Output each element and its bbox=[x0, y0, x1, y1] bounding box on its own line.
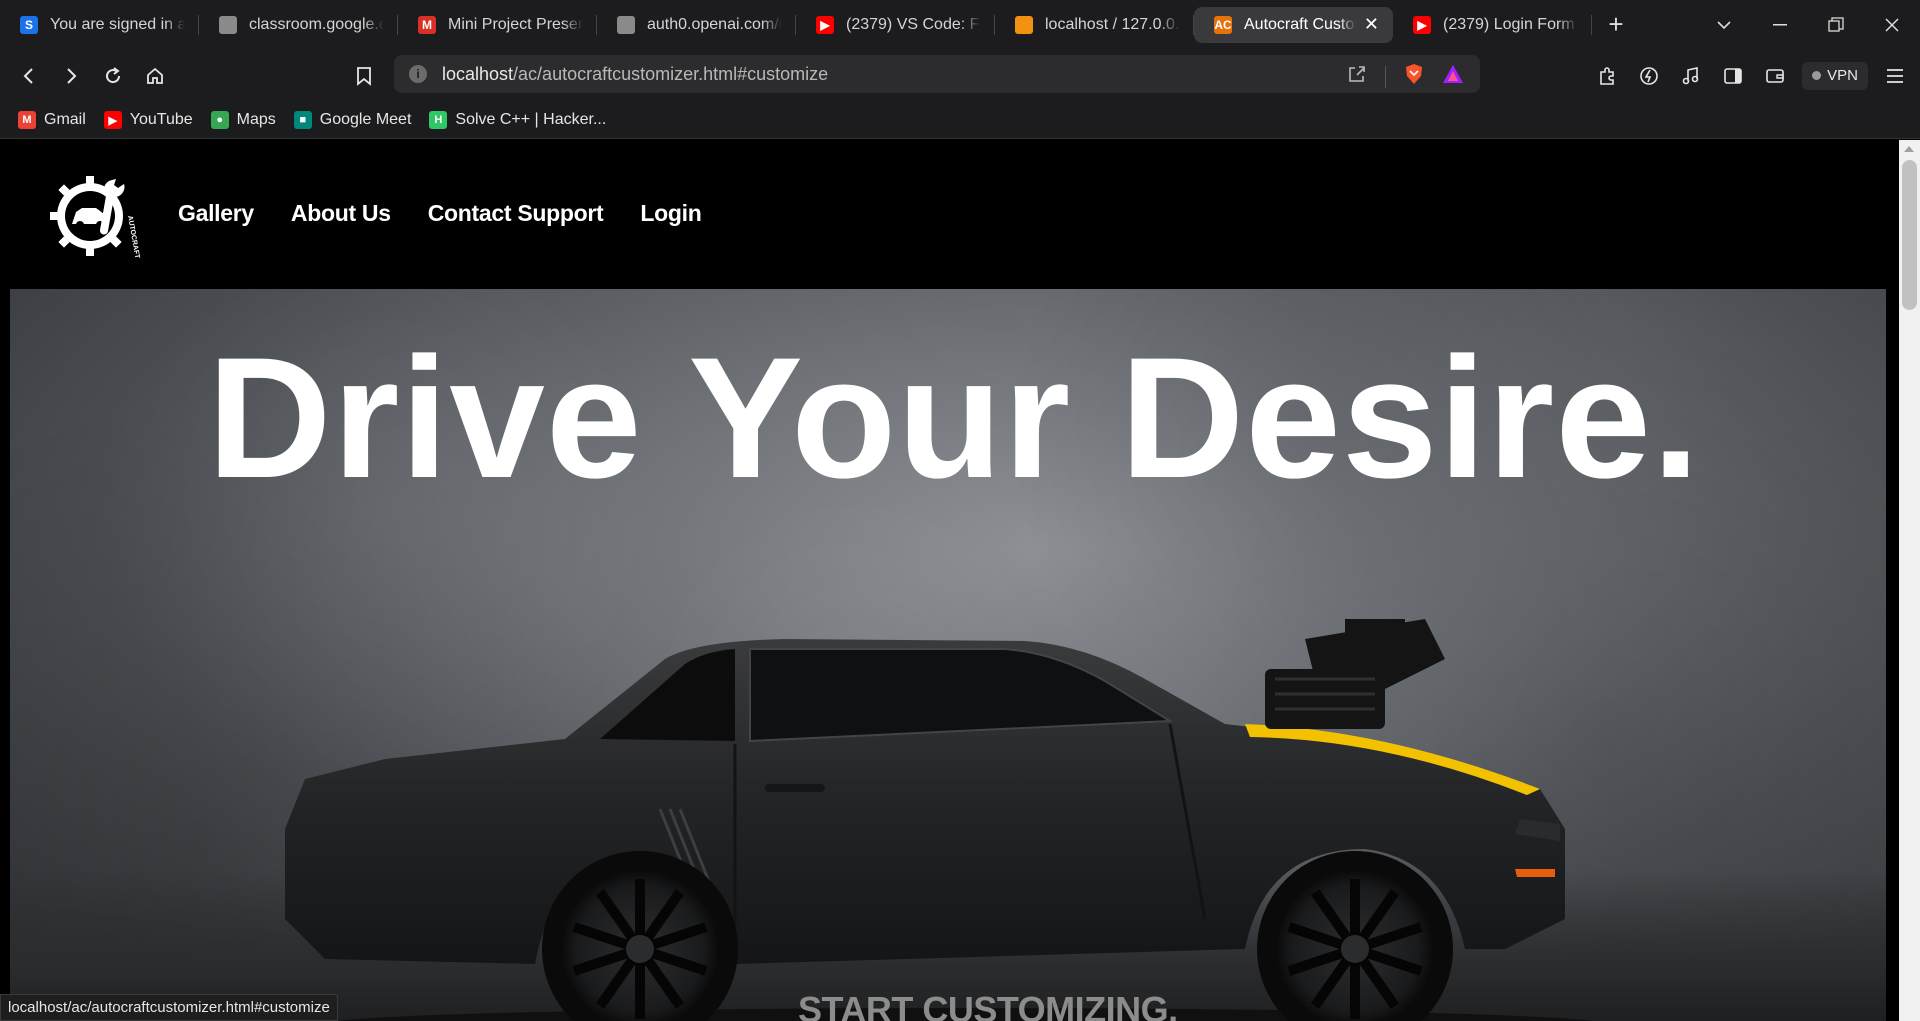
vpn-button[interactable]: VPN bbox=[1802, 61, 1868, 90]
minimize-button[interactable] bbox=[1752, 0, 1808, 49]
menu-icon[interactable] bbox=[1874, 55, 1916, 97]
tab-title: (2379) VS Code: Fix P bbox=[846, 15, 981, 33]
brave-shields-icon[interactable] bbox=[1404, 63, 1424, 90]
tab-list: S You are signed in as U classroom.google.… bbox=[0, 6, 1592, 43]
youtube-icon: ▶ bbox=[103, 111, 122, 129]
tab-favicon-icon bbox=[219, 15, 237, 34]
tab-title: localhost / 127.0.0.1 / bbox=[1045, 15, 1180, 33]
hero-title: Drive Your Desire. bbox=[207, 322, 1701, 514]
leo-ai-icon[interactable] bbox=[1628, 55, 1670, 97]
tab-3[interactable]: auth0.openai.com/u/l bbox=[597, 7, 796, 43]
site-info-icon[interactable]: i bbox=[409, 65, 427, 83]
bookmark-icon[interactable] bbox=[343, 55, 385, 97]
close-window-button[interactable] bbox=[1864, 0, 1920, 49]
page-viewport: AUTOCRAFT Gallery About Us Contact Suppo… bbox=[0, 140, 1899, 1021]
site-header: AUTOCRAFT Gallery About Us Contact Suppo… bbox=[0, 140, 1899, 288]
svg-text:AUTOCRAFT: AUTOCRAFT bbox=[126, 215, 141, 260]
tab-title: Mini Project Presentat bbox=[448, 15, 583, 33]
vpn-label: VPN bbox=[1827, 67, 1858, 84]
media-icon[interactable] bbox=[1670, 55, 1712, 97]
tab-1[interactable]: classroom.google.com bbox=[199, 7, 398, 43]
url-host: localhost bbox=[442, 63, 514, 84]
bookmarks-bar: M Gmail ▶ YouTube ● Maps ■ Google Meet H Solve C+… bbox=[0, 102, 1920, 139]
maps-icon: ● bbox=[210, 111, 229, 129]
page-scrollbar[interactable] bbox=[1899, 140, 1920, 1021]
back-button[interactable] bbox=[8, 55, 50, 97]
bookmark-meet[interactable]: ■ Google Meet bbox=[293, 111, 412, 129]
tab-6[interactable]: AC Autocraft Custom ✕ bbox=[1194, 6, 1393, 43]
tab-5[interactable]: localhost / 127.0.0.1 / bbox=[995, 7, 1194, 43]
front-wheel bbox=[1257, 851, 1453, 1021]
bookmark-label: YouTube bbox=[129, 111, 193, 128]
tab-favicon-icon: AC bbox=[1214, 15, 1232, 34]
tab-favicon-icon bbox=[617, 15, 635, 34]
tab-4[interactable]: ▶ (2379) VS Code: Fix P bbox=[796, 7, 995, 43]
tab-favicon-icon: S bbox=[20, 15, 38, 34]
tab-title: Autocraft Custom bbox=[1244, 15, 1356, 33]
address-divider bbox=[1385, 65, 1386, 88]
site-nav-links: Gallery About Us Contact Support Login bbox=[178, 200, 702, 227]
browser-toolbar: i localhost/ac/autocraftcustomizer.html#… bbox=[0, 49, 1920, 102]
vpn-status-dot bbox=[1812, 71, 1822, 80]
address-url[interactable]: localhost/ac/autocraftcustomizer.html#cu… bbox=[442, 64, 828, 85]
forward-button[interactable] bbox=[50, 55, 92, 97]
start-customizing-button[interactable]: START CUSTOMIZING. bbox=[798, 989, 1178, 1021]
car-image bbox=[285, 619, 1594, 1021]
url-path: /ac/autocraftcustomizer.html#customize bbox=[513, 63, 829, 84]
hackerrank-icon: H bbox=[429, 111, 448, 129]
brave-rewards-icon[interactable] bbox=[1442, 64, 1464, 89]
tab-favicon-icon bbox=[1015, 15, 1033, 34]
autocraft-logo[interactable]: AUTOCRAFT bbox=[50, 170, 142, 260]
gmail-icon: M bbox=[18, 111, 36, 129]
bookmark-label: Gmail bbox=[44, 111, 86, 128]
status-bar-url: localhost/ac/autocraftcustomizer.html#cu… bbox=[0, 994, 338, 1021]
home-button[interactable] bbox=[134, 55, 176, 97]
tab-favicon-icon: ▶ bbox=[1413, 15, 1431, 34]
tab-title: classroom.google.com bbox=[249, 15, 384, 33]
new-tab-button[interactable]: + bbox=[1596, 7, 1636, 43]
tab-title: You are signed in as U bbox=[50, 15, 185, 33]
sidebar-icon[interactable] bbox=[1712, 55, 1754, 97]
scrollbar-thumb[interactable] bbox=[1902, 160, 1917, 310]
restore-button[interactable] bbox=[1808, 0, 1864, 49]
tab-favicon-icon: ▶ bbox=[816, 15, 834, 34]
reload-button[interactable] bbox=[92, 55, 134, 97]
bookmark-label: Google Meet bbox=[319, 111, 412, 128]
scroll-up-arrow-icon[interactable] bbox=[1904, 146, 1914, 152]
nav-about-link[interactable]: About Us bbox=[291, 200, 391, 227]
tab-search-icon[interactable] bbox=[1696, 0, 1752, 49]
tab-separator bbox=[1591, 14, 1592, 35]
hero-banner: Drive Your Desire. START CUSTOMIZING. bbox=[10, 289, 1886, 1021]
bookmark-maps[interactable]: ● Maps bbox=[210, 111, 276, 129]
tab-0[interactable]: S You are signed in as U bbox=[0, 7, 199, 43]
bookmark-youtube[interactable]: ▶ YouTube bbox=[103, 111, 193, 129]
tab-2[interactable]: M Mini Project Presentat bbox=[398, 7, 597, 43]
nav-login-link[interactable]: Login bbox=[640, 200, 701, 227]
meet-icon: ■ bbox=[293, 111, 312, 129]
extensions-area: VPN bbox=[1586, 49, 1920, 102]
window-controls bbox=[1696, 0, 1920, 49]
tab-favicon-icon: M bbox=[418, 15, 436, 34]
nav-gallery-link[interactable]: Gallery bbox=[178, 200, 254, 227]
tab-title: (2379) Login Form Va bbox=[1443, 15, 1578, 33]
nav-contact-link[interactable]: Contact Support bbox=[428, 200, 604, 227]
share-icon[interactable] bbox=[1347, 64, 1367, 89]
bookmark-gmail[interactable]: M Gmail bbox=[18, 111, 86, 129]
bookmark-label: Maps bbox=[236, 111, 276, 128]
bookmark-hackerrank[interactable]: H Solve C++ | Hacker... bbox=[429, 111, 606, 129]
tab-close-icon[interactable]: ✕ bbox=[1364, 14, 1379, 35]
wallet-icon[interactable] bbox=[1754, 55, 1796, 97]
address-bar[interactable]: i localhost/ac/autocraftcustomizer.html#… bbox=[394, 55, 1480, 93]
tab-7[interactable]: ▶ (2379) Login Form Va bbox=[1393, 7, 1592, 43]
tab-strip: S You are signed in as U classroom.google.… bbox=[0, 0, 1920, 49]
extensions-icon[interactable] bbox=[1586, 55, 1628, 97]
address-actions bbox=[1347, 63, 1464, 90]
bookmark-label: Solve C++ | Hacker... bbox=[455, 111, 607, 128]
tab-title: auth0.openai.com/u/l bbox=[647, 15, 782, 33]
